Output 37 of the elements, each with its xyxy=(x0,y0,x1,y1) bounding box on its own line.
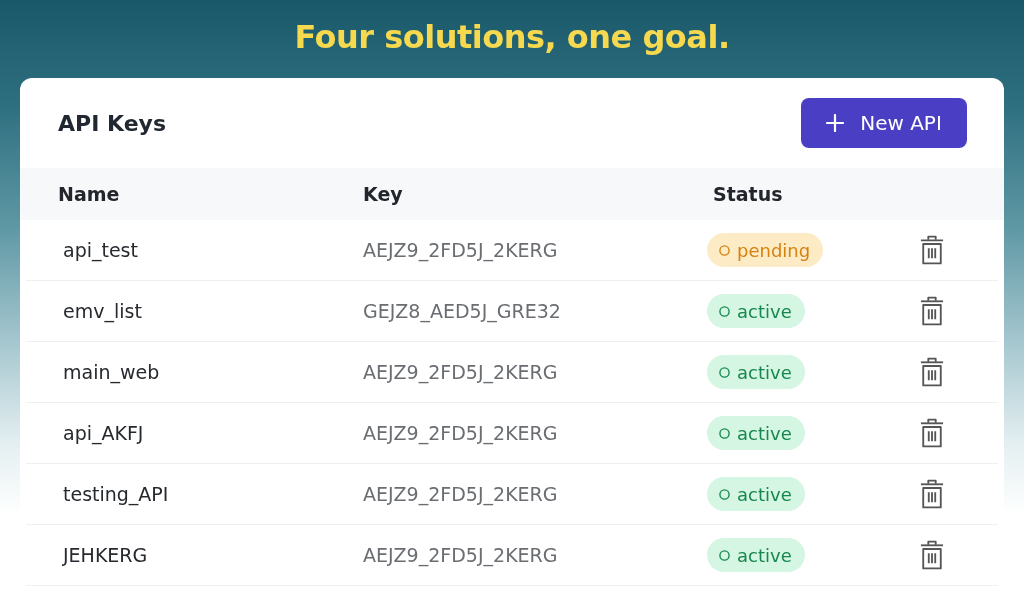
column-header: Key xyxy=(363,183,404,205)
trash-icon[interactable] xyxy=(920,479,944,509)
plus-icon xyxy=(826,114,845,132)
new-api-button[interactable]: New API xyxy=(801,98,967,148)
key-cell-text: AEJZ9_2FD5J_2KERG xyxy=(363,239,559,261)
status-badge: active xyxy=(707,294,805,328)
status-badge: active xyxy=(707,477,805,511)
trash-icon[interactable] xyxy=(920,235,944,265)
trash-icon[interactable] xyxy=(920,296,944,326)
status-badge: pending xyxy=(707,233,824,267)
key-cell-text: AEJZ9_2FD5J_2KERG xyxy=(363,422,559,444)
name-cell-text: api_AKFJ xyxy=(62,422,145,444)
key-cell-text: AEJZ9_2FD5J_2KERG xyxy=(363,544,559,566)
ring-icon xyxy=(719,427,730,439)
status-badge: active xyxy=(707,416,805,450)
key-cell-text: AEJZ9_2FD5J_2KERG xyxy=(363,483,559,505)
ring-icon xyxy=(719,244,730,256)
status-badge: active xyxy=(707,355,805,389)
key-cell-text: AEJZ9_2FD5J_2KERG xyxy=(363,361,559,383)
name-cell-text: main_web xyxy=(62,361,161,383)
column-header: Status xyxy=(712,183,784,205)
ring-icon xyxy=(719,549,730,561)
name-cell-text: emv_list xyxy=(62,300,143,322)
ring-icon xyxy=(719,305,730,317)
name-cell-text: testing_API xyxy=(62,483,170,505)
trash-icon[interactable] xyxy=(920,357,944,387)
column-header: Name xyxy=(58,183,121,205)
status-badge: active xyxy=(707,538,805,572)
key-cell-text: GEJZ8_AED5J_GRE32 xyxy=(363,300,562,322)
name-cell-text: JEHKERG xyxy=(61,544,149,566)
card-title: API Keys xyxy=(58,110,166,136)
name-cell-text: api_test xyxy=(62,239,139,261)
ring-icon xyxy=(719,366,730,378)
trash-icon[interactable] xyxy=(920,540,944,570)
ring-icon xyxy=(719,488,730,500)
page-heading: Four solutions, one goal. xyxy=(294,18,730,58)
trash-icon[interactable] xyxy=(920,418,944,448)
